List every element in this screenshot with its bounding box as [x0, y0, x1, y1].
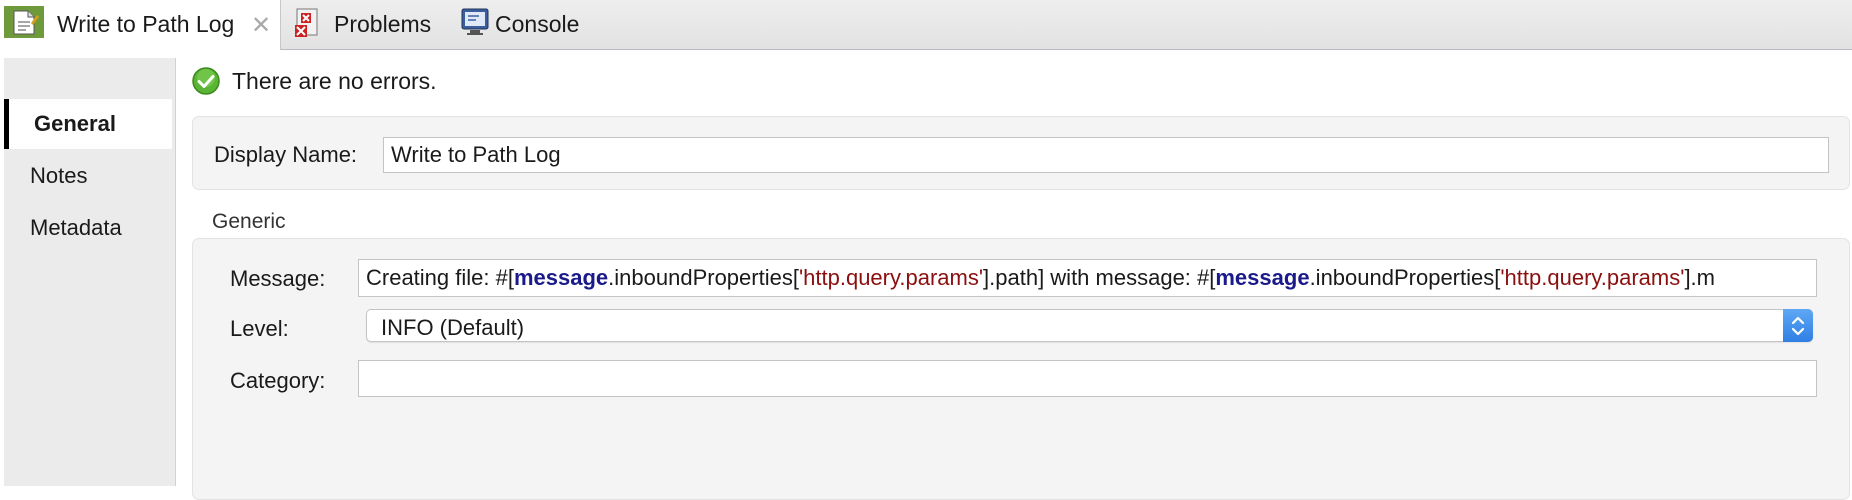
message-field[interactable]: Creating file: #[message.inboundProperti…: [358, 259, 1817, 297]
tab-console[interactable]: Console: [460, 0, 600, 49]
message-expression: Creating file: #[message.inboundProperti…: [366, 265, 1715, 290]
nav-item-metadata[interactable]: Metadata: [4, 203, 172, 253]
message-label: Message:: [230, 266, 326, 291]
display-name-field[interactable]: Write to Path Log: [383, 137, 1829, 173]
nav-item-label: General: [34, 111, 116, 136]
properties-nav: General Notes Metadata: [4, 58, 176, 486]
category-label: Category:: [230, 368, 326, 393]
display-name-label: Display Name:: [214, 142, 358, 167]
tab-label: Console: [495, 11, 580, 37]
check-circle-icon: [191, 66, 221, 101]
nav-item-label: Notes: [30, 163, 88, 188]
display-name-value: Write to Path Log: [391, 142, 561, 167]
editor-tab-bar: Write to Path Log ✕ Problems Console: [0, 0, 1852, 50]
level-selected-value: INFO (Default): [381, 315, 525, 340]
category-field[interactable]: [358, 360, 1817, 397]
console-icon: [461, 7, 491, 43]
generic-section-title: Generic: [212, 210, 286, 233]
chevron-updown-icon[interactable]: [1783, 309, 1813, 342]
tab-label: Write to Path Log: [57, 11, 235, 37]
nav-item-notes[interactable]: Notes: [4, 151, 172, 201]
nav-item-general[interactable]: General: [4, 99, 172, 149]
close-icon[interactable]: ✕: [251, 11, 271, 40]
tab-write-to-path-log[interactable]: Write to Path Log ✕: [0, 0, 281, 50]
tab-problems[interactable]: Problems: [290, 0, 440, 49]
status-message: There are no errors.: [232, 68, 437, 94]
tab-label: Problems: [334, 11, 432, 37]
problems-icon: [294, 7, 324, 45]
level-select[interactable]: INFO (Default): [366, 309, 1813, 342]
level-label: Level:: [230, 316, 289, 341]
nav-item-label: Metadata: [30, 215, 122, 240]
logger-icon: [4, 6, 44, 44]
